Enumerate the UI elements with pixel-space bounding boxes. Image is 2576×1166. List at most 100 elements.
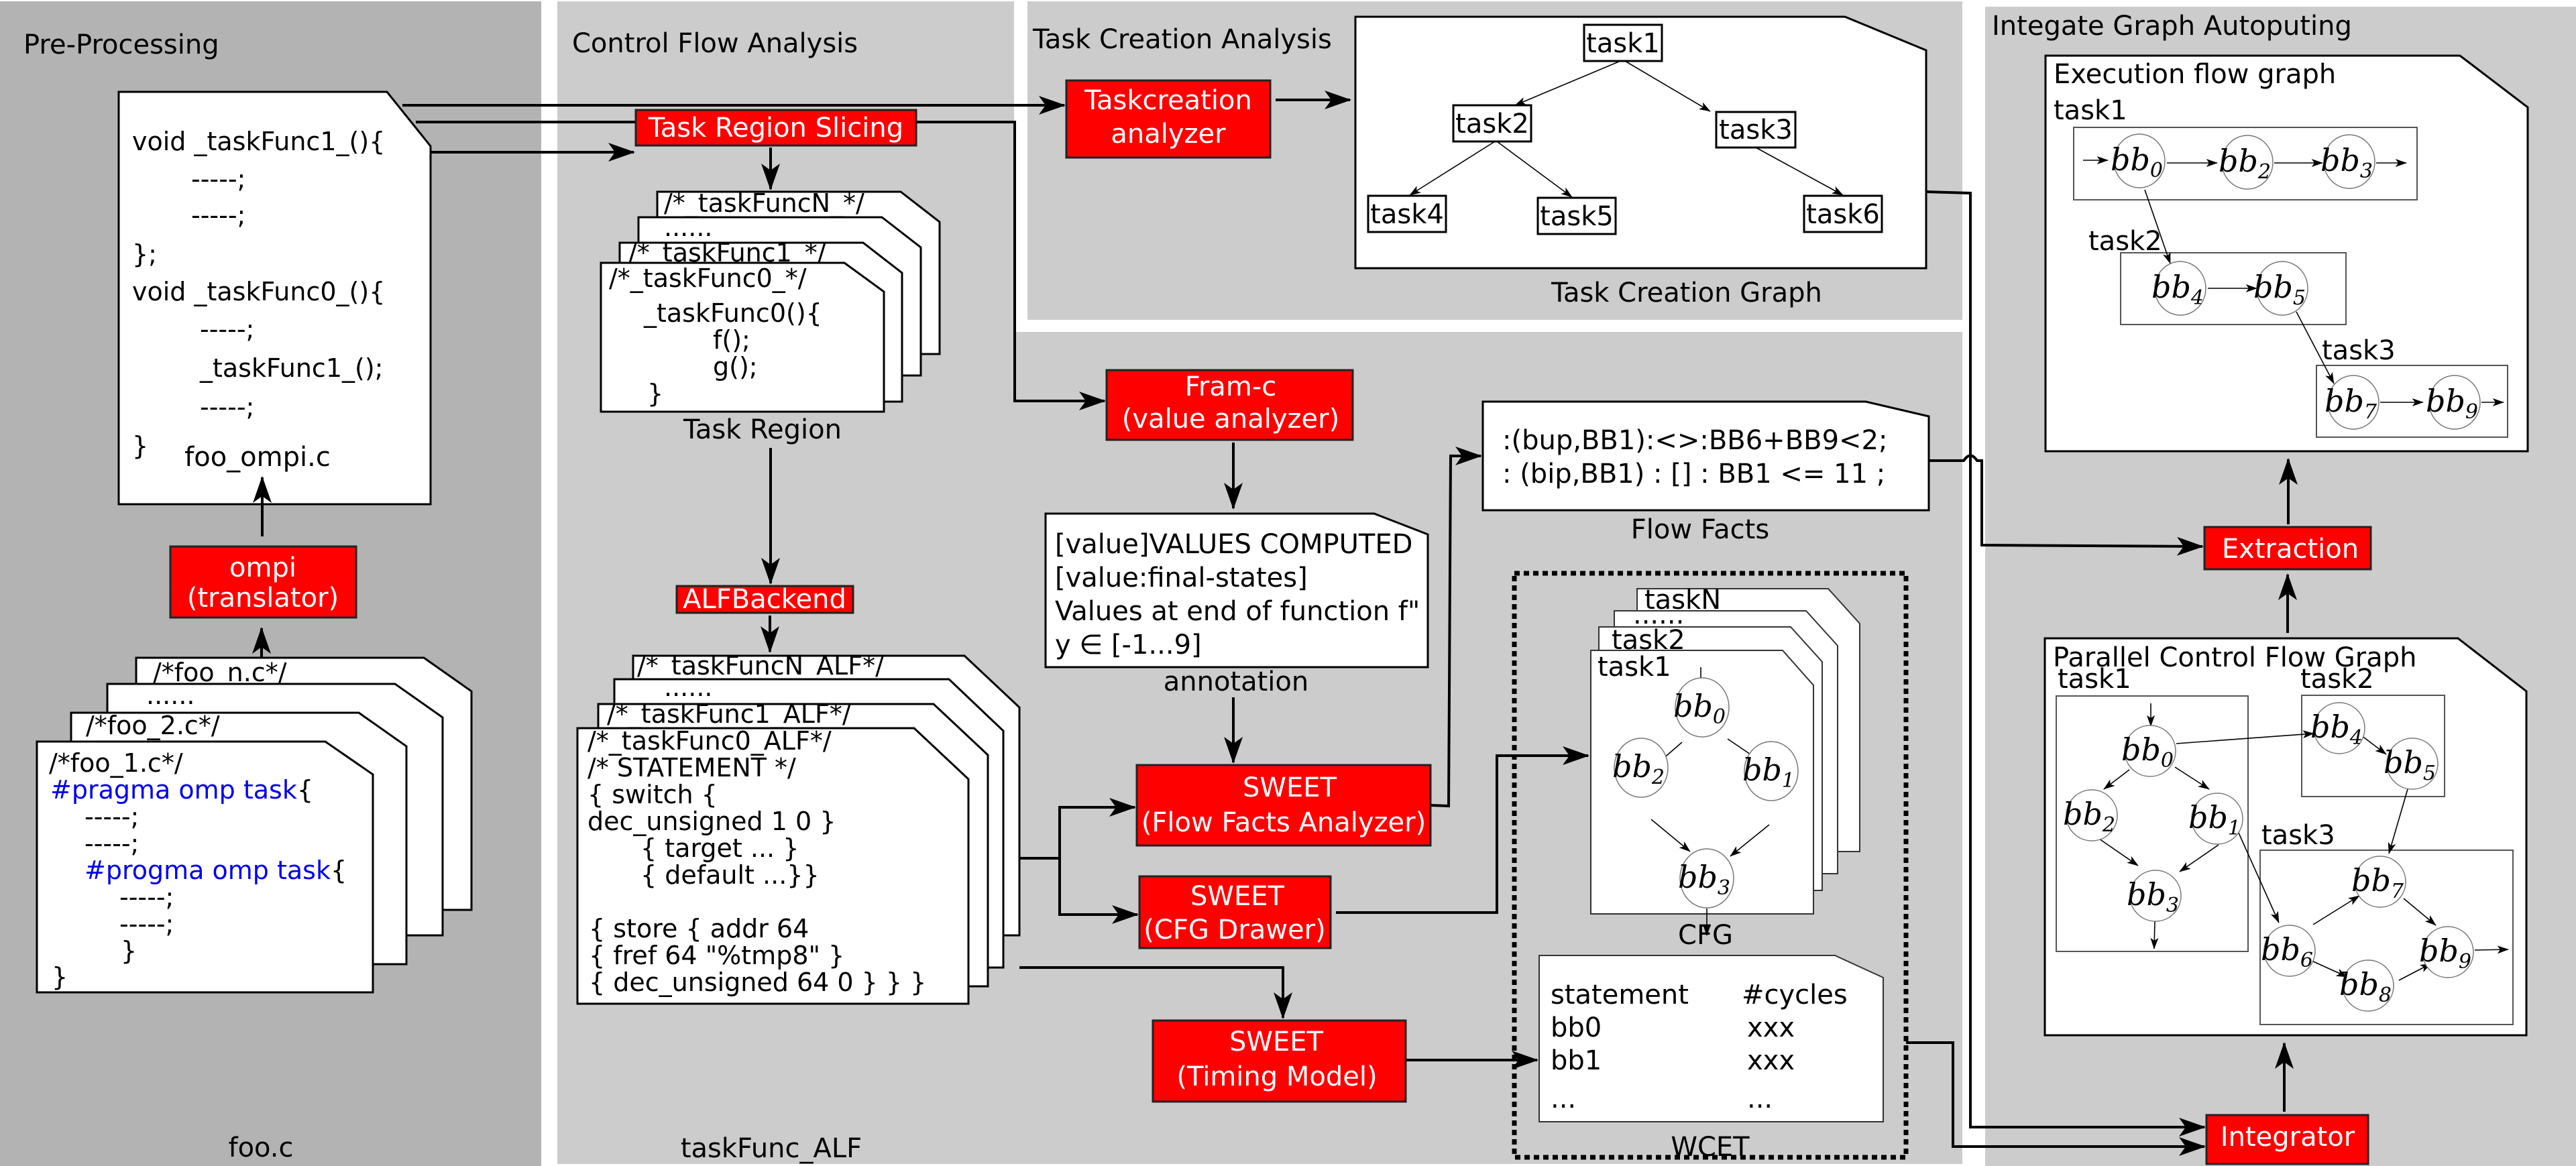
flow-facts-document: :(bup,BB1):<>:BB6+BB9<2; : (bip,BB1) : […	[1481, 400, 1930, 512]
ompi-box-line1: ompi	[229, 552, 296, 583]
task-node: task1	[1583, 23, 1663, 62]
file-sheet-title: ......	[146, 681, 194, 710]
code-line: -----;	[85, 829, 139, 858]
alf-sheet-title: ......	[664, 673, 712, 702]
graph-edge	[2474, 945, 2509, 954]
sweet-cfg-line1: SWEET	[1190, 881, 1284, 912]
wcet-cell: xxx	[1747, 1012, 1795, 1043]
task-node: task5	[1536, 196, 1617, 235]
task-node: task2	[1452, 104, 1532, 143]
code-line: #progma omp task{	[85, 856, 347, 885]
task-func-alf-stack: /*_taskFuncN_ALF*/ ...... /*_taskFunc1_A…	[576, 651, 1021, 1005]
code-line: -----;	[85, 802, 139, 831]
region-front-title: /*_taskFunc0_*/	[609, 264, 807, 293]
efg-title: Execution flow graph	[2054, 59, 2336, 90]
svg-text:task2: task2	[1455, 109, 1529, 139]
parallel-control-flow-graph: Parallel Control Flow Graph task1 task2 …	[2043, 637, 2528, 1037]
task-region-slicing-box[interactable]: Task Region Slicing	[634, 109, 917, 147]
pcfg-group-label: task2	[2300, 664, 2374, 695]
code-line: }	[132, 431, 148, 461]
file-front-title: /*foo_1.c*/	[49, 748, 183, 778]
code-line: -----;	[191, 164, 245, 194]
flow-facts-label: Flow Facts	[1631, 514, 1769, 545]
graph-edge	[2150, 921, 2159, 949]
annotation-line: y ∈ [-1...9]	[1055, 630, 1202, 660]
execution-flow-graph: Execution flow graph task1 task2 task3 b…	[2044, 54, 2529, 453]
code-line: -----;	[200, 314, 254, 344]
cfg-label: CFG	[1678, 920, 1733, 951]
svg-text:task3: task3	[1719, 115, 1793, 145]
task-region-slicing-label: Task Region Slicing	[648, 113, 903, 143]
wcet-cell: ...	[1747, 1084, 1773, 1114]
ompi-translator-box[interactable]: ompi (translator)	[169, 545, 357, 619]
wcet-cell: bb1	[1551, 1045, 1602, 1076]
task-region-label: Task Region	[683, 414, 842, 445]
code-line: /* STATEMENT */	[587, 753, 796, 782]
sweet-timing-line1: SWEET	[1229, 1027, 1323, 1057]
annotation-line: [value:final-states]	[1055, 563, 1308, 593]
taskcreation-analyzer-box[interactable]: Taskcreation analyzer	[1065, 79, 1272, 159]
code-line: -----;	[191, 200, 245, 230]
sweet-timing-box[interactable]: SWEET (Timing Model)	[1152, 1019, 1407, 1103]
wcet-cell: xxx	[1747, 1045, 1795, 1076]
code-line: _taskFunc0(){	[643, 298, 822, 328]
sweet-flow-facts-box[interactable]: SWEET (Flow Facts Analyzer)	[1135, 764, 1432, 847]
foo-c-label: foo.c	[228, 1132, 293, 1163]
taskcreation-line2: analyzer	[1111, 119, 1226, 150]
code-line: g();	[713, 352, 758, 382]
task-node: task6	[1803, 194, 1883, 233]
annotation-line: [value]VALUES COMPUTED	[1055, 529, 1412, 560]
task-creation-graph-label: Task Creation Graph	[1551, 278, 1822, 308]
alf-sheet-title: /*_taskFunc1_ALF*/	[607, 699, 851, 729]
fram-c-box[interactable]: Fram-c (value analyzer)	[1105, 369, 1354, 441]
foo-ompi-label: foo_ompi.c	[184, 442, 331, 473]
efg-group-label: task1	[2054, 95, 2127, 126]
pcfg-group-label: task3	[2261, 820, 2335, 851]
efg-group-label: task3	[2322, 335, 2396, 366]
svg-text:task4: task4	[1370, 199, 1444, 230]
cfg-stack: taskN ...... task2 task1 bb0bb2 bb1bb3	[1590, 585, 1860, 936]
integrator-label: Integrator	[2221, 1122, 2355, 1153]
code-line: #pragma omp task{	[50, 775, 313, 805]
code-line: { target ... }	[640, 833, 799, 863]
wcet-cell: ...	[1551, 1084, 1576, 1114]
code-line: }	[647, 379, 663, 408]
code-line: }	[121, 936, 137, 966]
code-line: { dec_unsigned 64 0 } } }	[589, 968, 926, 997]
code-line: };	[132, 239, 157, 269]
alf-front-title: /*_taskFunc0_ALF*/	[587, 726, 832, 756]
extraction-box[interactable]: Extraction	[2203, 526, 2372, 571]
pcfg-group-label: task1	[2058, 664, 2131, 695]
task-func-alf-label: taskFunc_ALF	[681, 1133, 862, 1164]
control-flow-title: Control Flow Analysis	[572, 28, 858, 59]
code-line: dec_unsigned 1 0 }	[587, 807, 836, 836]
task-node: task3	[1715, 111, 1797, 149]
fram-c-line2: (value analyzer)	[1122, 404, 1339, 434]
code-line: void _taskFunc1_(){	[132, 127, 385, 156]
alf-backend-box[interactable]: ALFBackend	[675, 584, 854, 615]
wcet-header-cycles: #cycles	[1742, 980, 1848, 1010]
code-line: _taskFunc1_();	[199, 353, 383, 383]
task-node: task4	[1367, 194, 1447, 233]
annotation-label: annotation	[1164, 666, 1309, 697]
sweet-cfg-box[interactable]: SWEET (CFG Drawer)	[1138, 875, 1332, 949]
code-line: f();	[713, 325, 750, 355]
code-line: { store { addr 64	[589, 914, 809, 943]
code-line: -----;	[119, 909, 174, 939]
integrate-title: Integate Graph Autoputing	[1992, 11, 2352, 42]
task-creation-graph: task1 task2 task3 task4 task5 task6	[1354, 15, 1927, 270]
code-line: { default ...}}	[640, 860, 820, 890]
flow-fact-line: : (bip,BB1) : [] : BB1 <= 11 ;	[1502, 459, 1885, 489]
wcet-cell: bb0	[1551, 1012, 1602, 1043]
fram-c-line1: Fram-c	[1185, 371, 1276, 402]
svg-text:task1: task1	[1586, 28, 1660, 59]
code-line: { switch {	[587, 780, 718, 809]
wcet-document: statement #cycles bb0 xxx bb1 xxx ... ..…	[1538, 955, 1884, 1122]
file-sheet-title: /*foo_2.c*/	[86, 711, 220, 740]
integrator-box[interactable]: Integrator	[2205, 1114, 2369, 1165]
code-line: -----;	[200, 392, 254, 422]
sweet-cfg-line2: (CFG Drawer)	[1143, 915, 1325, 945]
wcet-header-statement: statement	[1551, 980, 1689, 1010]
ompi-box-line2: (translator)	[187, 583, 339, 614]
code-line: }	[52, 962, 68, 992]
